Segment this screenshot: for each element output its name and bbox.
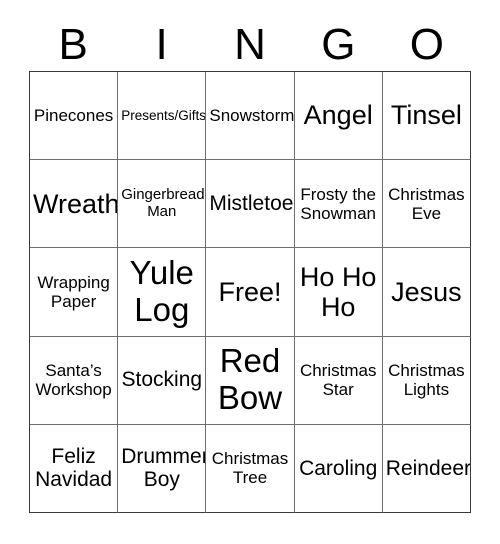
bingo-cell-label: Tinsel — [390, 100, 462, 131]
bingo-cell[interactable]: Christmas Star — [294, 336, 383, 425]
bingo-cell-label: Christmas Tree — [211, 449, 289, 488]
bingo-cell-label: Christmas Star — [299, 361, 377, 400]
bingo-cell-label: Reindeer — [385, 456, 471, 480]
bingo-cell-label: Wrapping Paper — [37, 272, 110, 311]
bingo-cell-label: Stocking — [121, 368, 203, 392]
bingo-header-letter-n: N — [234, 19, 266, 69]
bingo-cell-label: Wreath — [33, 188, 119, 219]
bingo-cell-label: Yule Log — [129, 254, 194, 328]
bingo-cell[interactable]: Caroling — [294, 424, 383, 513]
bingo-card: B I N G O Pinecones Presents/Gifts Snowstorm An… — [0, 0, 500, 544]
bingo-cell-label: Drummer Boy — [121, 444, 207, 492]
bingo-cell-label: Frosty the Snowman — [300, 184, 376, 223]
bingo-cell-label: Ho Ho Ho — [299, 261, 377, 322]
bingo-cell[interactable]: Yule Log — [118, 248, 207, 337]
bingo-cell-label: Pinecones — [33, 106, 114, 126]
bingo-cell[interactable]: Reindeer — [382, 424, 471, 513]
bingo-cell-label: Presents/Gifts — [121, 108, 206, 124]
bingo-cell[interactable]: Christmas Eve — [382, 160, 471, 249]
bingo-cell[interactable]: Wrapping Paper — [30, 248, 119, 337]
bingo-cell-label: Free! — [218, 276, 282, 307]
bingo-cell[interactable]: Jesus — [382, 248, 471, 337]
bingo-cell[interactable]: Christmas Tree — [206, 424, 295, 513]
bingo-header-letter-b: B — [58, 19, 88, 69]
bingo-cell-label: Santa’s Workshop — [35, 361, 112, 400]
bingo-cell[interactable]: Tinsel — [382, 72, 471, 161]
bingo-cell[interactable]: Stocking — [118, 336, 207, 425]
bingo-cell-label: Angel — [303, 100, 373, 131]
bingo-header: BINGO — [29, 18, 471, 71]
bingo-cell-label: Christmas Eve — [388, 184, 465, 223]
bingo-cell-label: Caroling — [299, 456, 378, 480]
bingo-header-letter-i: I — [155, 19, 168, 69]
bingo-cell-label: Jesus — [391, 276, 462, 307]
bingo-cell-label: Gingerbread Man — [121, 185, 205, 220]
bingo-cell[interactable]: Pinecones — [30, 72, 119, 161]
bingo-cell[interactable]: Drummer Boy — [118, 424, 207, 513]
bingo-cell[interactable]: Frosty the Snowman — [294, 160, 383, 249]
bingo-cell-label: Red Bow — [217, 342, 283, 417]
bingo-cell-label: Feliz Navidad — [35, 444, 113, 492]
bingo-cell[interactable]: Santa’s Workshop — [30, 336, 119, 425]
bingo-cell[interactable]: Snowstorm — [206, 72, 295, 161]
bingo-cell[interactable]: Christmas Lights — [382, 336, 471, 425]
bingo-cell[interactable]: Ho Ho Ho — [294, 248, 383, 337]
bingo-cell[interactable]: Presents/Gifts — [118, 72, 207, 161]
bingo-cell[interactable]: Red Bow — [206, 336, 295, 425]
bingo-cell[interactable]: Gingerbread Man — [118, 160, 207, 249]
bingo-cell[interactable]: Wreath — [30, 160, 119, 249]
bingo-free-space-cell[interactable]: Free! — [206, 248, 295, 337]
bingo-cell-label: Snowstorm — [209, 106, 295, 126]
bingo-cell-label: Christmas Lights — [388, 361, 465, 400]
bingo-header-letter-o: O — [409, 19, 444, 69]
bingo-cell[interactable]: Mistletoe — [206, 160, 295, 249]
bingo-grid: Pinecones Presents/Gifts Snowstorm Angel Tin… — [29, 71, 471, 513]
bingo-cell[interactable]: Angel — [294, 72, 383, 161]
bingo-header-letter-g: G — [321, 19, 356, 69]
bingo-cell[interactable]: Feliz Navidad — [30, 424, 119, 513]
bingo-cell-label: Mistletoe — [209, 192, 294, 216]
